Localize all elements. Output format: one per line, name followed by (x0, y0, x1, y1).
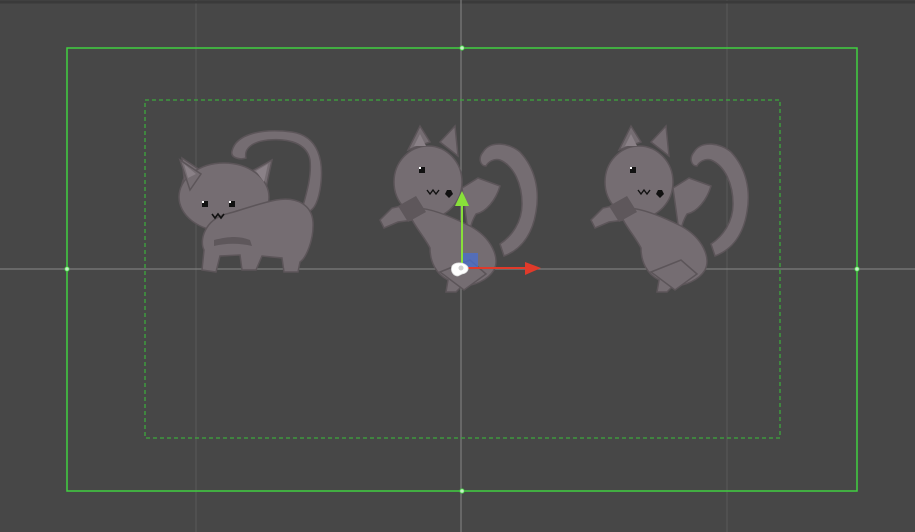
frame-handle-top[interactable] (459, 45, 465, 51)
scene-view[interactable] (0, 0, 915, 532)
frame-handle-bottom[interactable] (459, 488, 465, 494)
frame-handle-left[interactable] (64, 266, 70, 272)
frame-handle-right[interactable] (854, 266, 860, 272)
cat-sit-sprite[interactable] (178, 130, 323, 273)
cat-jump-sprite[interactable] (590, 125, 750, 293)
x-axis-arrow-icon[interactable] (525, 262, 541, 275)
